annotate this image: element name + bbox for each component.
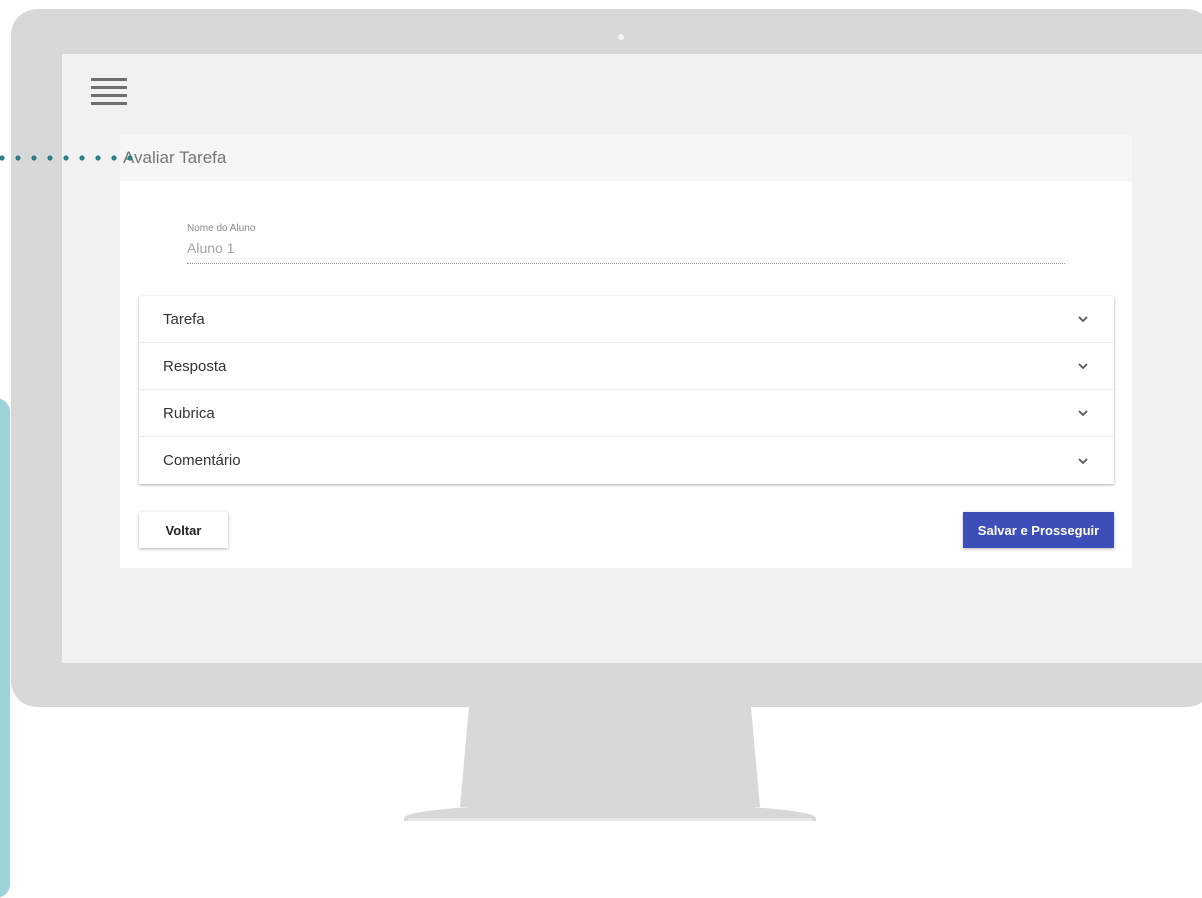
accordion-item-rubrica[interactable]: Rubrica (139, 390, 1114, 437)
monitor-stand (460, 707, 760, 807)
camera-dot (618, 34, 624, 40)
evaluation-accordion: Tarefa Resposta Rubrica Comentário (139, 296, 1114, 484)
card-header: Avaliar Tarefa (120, 135, 1132, 181)
accordion-item-label: Resposta (163, 357, 227, 375)
accordion-item-resposta[interactable]: Resposta (139, 343, 1114, 390)
accordion-item-label: Tarefa (163, 310, 205, 328)
app-screen: Avaliar Tarefa Nome do Aluno Aluno 1 Tar… (62, 54, 1202, 663)
accordion-item-comentario[interactable]: Comentário (139, 437, 1114, 484)
evaluation-card: Avaliar Tarefa Nome do Aluno Aluno 1 Tar… (120, 135, 1132, 568)
student-name-field[interactable]: Nome do Aluno Aluno 1 (187, 223, 1065, 264)
annotation-pointer (0, 155, 133, 161)
chevron-down-icon (1078, 457, 1088, 464)
accordion-item-label: Rubrica (163, 404, 215, 422)
chevron-down-icon (1078, 316, 1088, 323)
accordion-item-label: Comentário (163, 452, 241, 469)
chevron-down-icon (1078, 363, 1088, 370)
save-and-continue-button[interactable]: Salvar e Prosseguir (963, 512, 1114, 548)
student-name-value: Aluno 1 (187, 240, 1065, 264)
chevron-down-icon (1078, 410, 1088, 417)
back-button[interactable]: Voltar (139, 512, 228, 548)
side-panel (0, 398, 10, 898)
hamburger-menu-icon[interactable] (91, 78, 127, 110)
student-name-label: Nome do Aluno (187, 223, 256, 234)
accordion-item-tarefa[interactable]: Tarefa (139, 296, 1114, 343)
